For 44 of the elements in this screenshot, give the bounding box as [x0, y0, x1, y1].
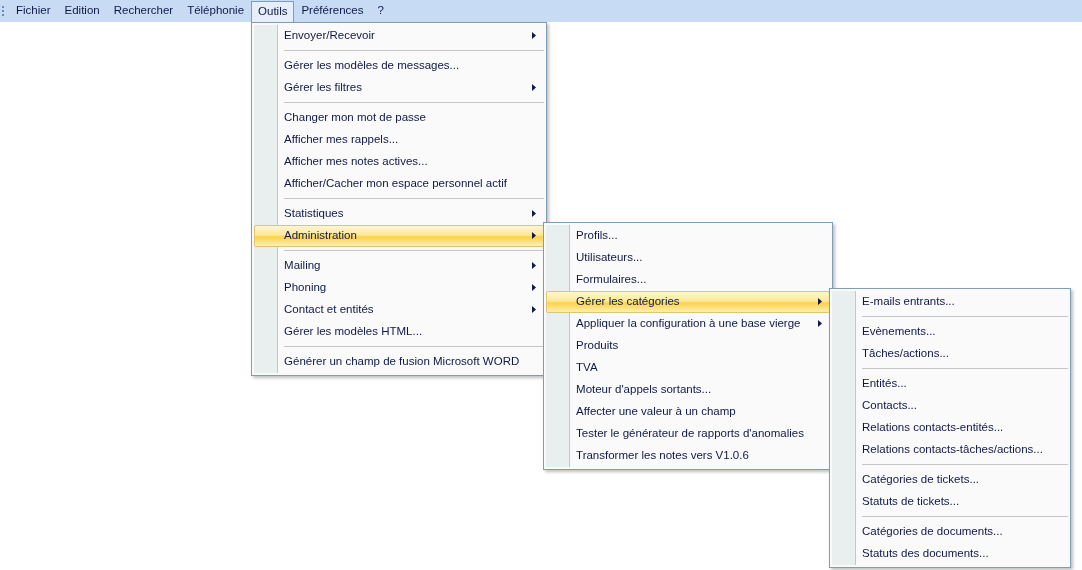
menu-bar-item[interactable]: Edition: [57, 0, 107, 22]
menu-item[interactable]: Evènements...: [832, 320, 1069, 343]
menu-item[interactable]: Entités...: [832, 372, 1069, 395]
menu-item[interactable]: Contact et entités: [254, 298, 545, 321]
menu-item[interactable]: Moteur d'appels sortants...: [546, 378, 831, 401]
menu-item[interactable]: Administration: [254, 224, 545, 247]
menu-item[interactable]: Utilisateurs...: [546, 246, 831, 269]
menu-item[interactable]: Gérer les filtres: [254, 76, 545, 99]
menu-item[interactable]: Contacts...: [832, 394, 1069, 417]
grip-icon: [2, 5, 5, 17]
menu-bar-item[interactable]: Préférences: [294, 0, 371, 22]
menu-item[interactable]: Afficher mes rappels...: [254, 128, 545, 151]
menu-item[interactable]: TVA: [546, 356, 831, 379]
menu-item[interactable]: Gérer les catégories: [546, 290, 831, 313]
menu-item[interactable]: Transformer les notes vers V1.0.6: [546, 444, 831, 467]
menu-item[interactable]: Afficher mes notes actives...: [254, 150, 545, 173]
menu-item[interactable]: Afficher/Cacher mon espace personnel actif: [254, 172, 545, 195]
menu-bar-item[interactable]: Outils: [251, 0, 295, 22]
menu-item[interactable]: Affecter une valeur à un champ: [546, 400, 831, 423]
menu-item[interactable]: Phoning: [254, 276, 545, 299]
menu-item[interactable]: Tâches/actions...: [832, 342, 1069, 365]
menu-item[interactable]: Tester le générateur de rapports d'anomalies: [546, 422, 831, 445]
menu-item[interactable]: Mailing: [254, 254, 545, 277]
menu-item[interactable]: Profils...: [546, 224, 831, 247]
menu-item[interactable]: Générer un champ de fusion Microsoft WORD: [254, 350, 545, 373]
menu-item[interactable]: Catégories de documents...: [832, 520, 1069, 543]
menu-bar-item[interactable]: Téléphonie: [180, 0, 252, 22]
menu-item[interactable]: E-mails entrants...: [832, 290, 1069, 313]
menu-item[interactable]: Relations contacts-entités...: [832, 416, 1069, 439]
menu-item[interactable]: Catégories de tickets...: [832, 468, 1069, 491]
menu-item[interactable]: Produits: [546, 334, 831, 357]
menu-bar-item[interactable]: Rechercher: [106, 0, 181, 22]
menu-item[interactable]: Statuts des documents...: [832, 542, 1069, 565]
menu-bar-item[interactable]: ?: [370, 0, 391, 22]
menu-item[interactable]: Gérer les modèles de messages...: [254, 54, 545, 77]
menu-item[interactable]: Changer mon mot de passe: [254, 106, 545, 129]
menu-item[interactable]: Formulaires...: [546, 268, 831, 291]
menu-bar-item[interactable]: Fichier: [9, 0, 58, 22]
menu-item[interactable]: Gérer les modèles HTML...: [254, 320, 545, 343]
menu-item[interactable]: Appliquer la configuration à une base vierge: [546, 312, 831, 335]
menu-item[interactable]: Statistiques: [254, 202, 545, 225]
menu-item[interactable]: Envoyer/Recevoir: [254, 24, 545, 47]
menu-item[interactable]: Statuts de tickets...: [832, 490, 1069, 513]
menu-item[interactable]: Relations contacts-tâches/actions...: [832, 438, 1069, 461]
